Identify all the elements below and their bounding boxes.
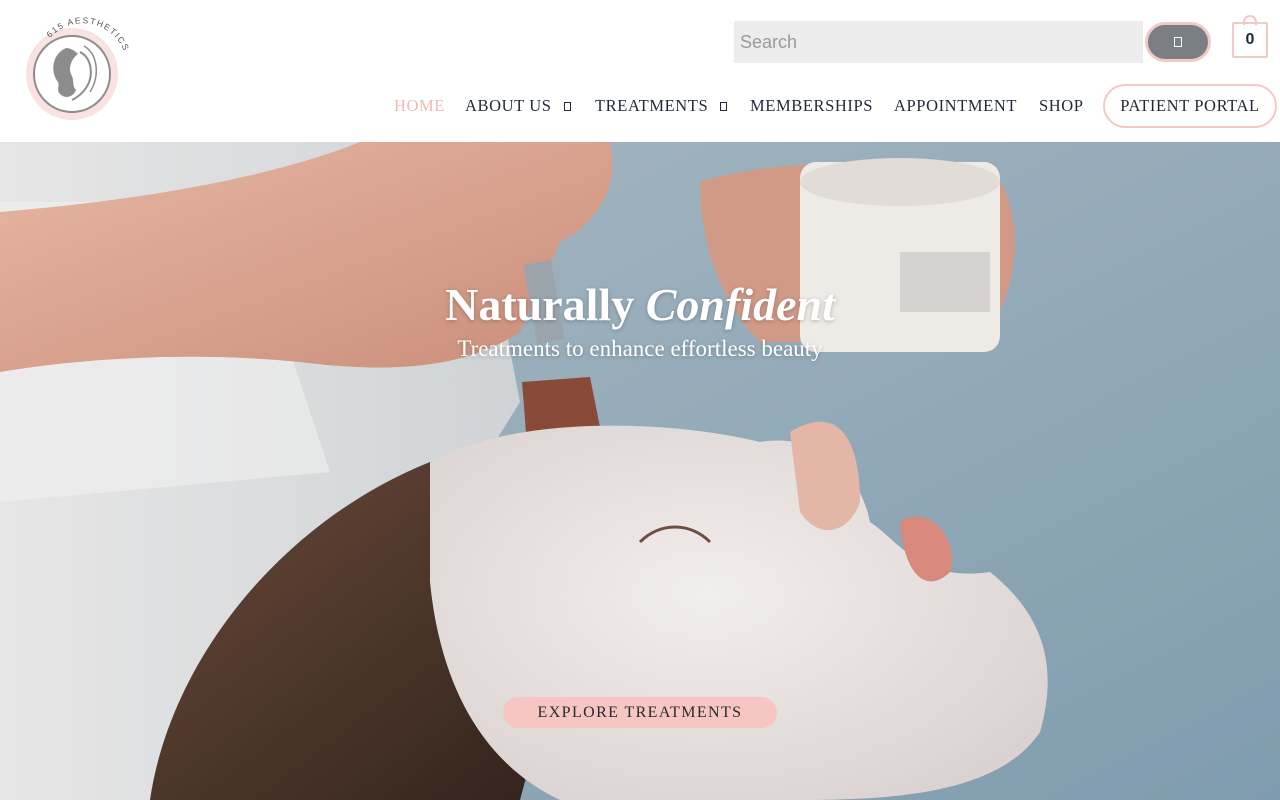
nav-item-about-us[interactable]: ABOUT US [465,96,571,116]
nav-item-home[interactable]: HOME [394,96,445,116]
main-nav: HOME ABOUT US TREATMENTS MEMBERSHIPS APP… [0,84,1280,128]
nav-item-label: TREATMENTS [595,96,709,115]
search-input[interactable] [734,21,1143,63]
shopping-bag-icon [1243,15,1257,25]
nav-item-appointment[interactable]: APPOINTMENT [894,96,1017,116]
cart-button[interactable]: 0 [1232,15,1268,58]
site-header: 615 AESTHETICS 0 HOME ABOUT US TREATMENT… [0,0,1280,142]
chevron-down-icon [563,101,571,111]
chevron-down-icon [720,101,728,111]
cart-count: 0 [1245,31,1255,48]
nav-item-label: APPOINTMENT [894,96,1018,115]
search-icon [1174,37,1182,47]
hero-title-plain: Naturally [445,279,646,330]
search-button[interactable] [1145,22,1211,62]
nav-item-memberships[interactable]: MEMBERSHIPS [750,96,873,116]
patient-portal-button[interactable]: PATIENT PORTAL [1103,84,1277,128]
nav-item-label: MEMBERSHIPS [750,96,874,115]
hero-banner: Naturally Confident Treatments to enhanc… [0,142,1280,800]
nav-item-shop[interactable]: SHOP [1039,96,1084,116]
nav-item-label: SHOP [1039,96,1084,115]
explore-treatments-button[interactable]: EXPLORE TREATMENTS [503,697,777,728]
nav-item-treatments[interactable]: TREATMENTS [595,96,728,116]
nav-item-label: ABOUT US [465,96,552,115]
nav-item-label: HOME [394,96,445,115]
hero-subtitle: Treatments to enhance effortless beauty [457,336,823,361]
hero-title: Naturally Confident [0,278,1280,331]
explore-treatments-label: EXPLORE TREATMENTS [537,703,743,721]
patient-portal-label: PATIENT PORTAL [1120,96,1260,115]
search-bar [734,21,1143,63]
hero-title-italic: Confident [645,279,835,330]
